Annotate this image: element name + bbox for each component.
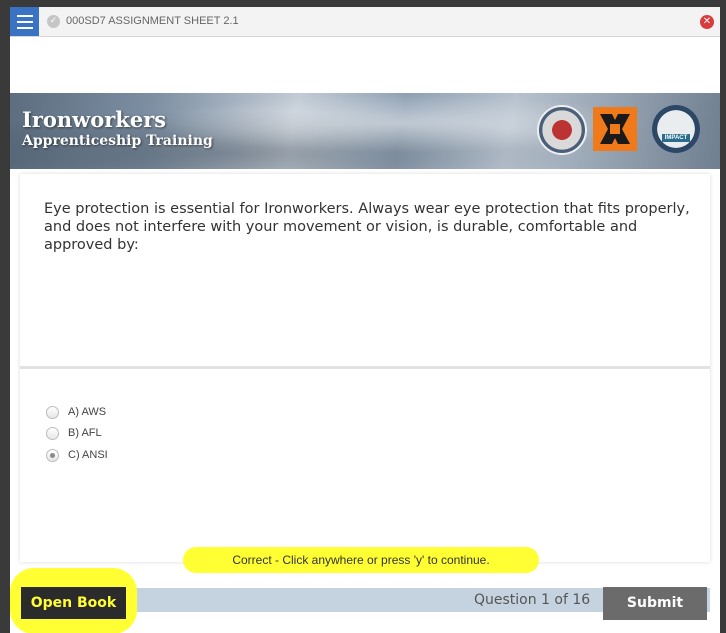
window-title: 000SD7 ASSIGNMENT SHEET 2.1 [66, 15, 239, 27]
answer-option-c[interactable]: C) ANSI [46, 447, 108, 463]
question-panel: Eye protection is essential for Ironwork… [20, 174, 710, 562]
banner-title: Ironworkers Apprenticeship Training [22, 109, 213, 151]
seal-logo-icon [537, 105, 587, 155]
divider [20, 366, 710, 369]
impact-logo-label: IMPACT [661, 134, 691, 142]
check-circle-icon: ✓ [47, 15, 60, 28]
ironworkers-x-logo-icon [593, 107, 637, 151]
answer-option-b[interactable]: B) AFL [46, 425, 102, 441]
radio-button-c[interactable] [46, 448, 59, 462]
question-text: Eye protection is essential for Ironwork… [44, 201, 690, 253]
answer-option-label: A) AWS [68, 406, 107, 418]
banner-title-line1: Ironworkers [22, 107, 167, 132]
close-icon[interactable]: ✕ [700, 15, 714, 29]
hamburger-menu-icon[interactable] [10, 7, 39, 36]
submit-button[interactable]: Submit [603, 587, 707, 620]
title-bar: ✓ 000SD7 ASSIGNMENT SHEET 2.1 ✕ [10, 7, 720, 37]
banner-title-line2: Apprenticeship Training [22, 133, 213, 149]
assignment-window: ✓ 000SD7 ASSIGNMENT SHEET 2.1 ✕ Ironwork… [10, 7, 720, 633]
course-banner: Ironworkers Apprenticeship Training IMPA… [10, 93, 720, 169]
answer-option-label: B) AFL [68, 427, 102, 439]
answer-option-a[interactable]: A) AWS [46, 404, 106, 420]
answer-option-label: C) ANSI [68, 449, 108, 461]
radio-button-b[interactable] [46, 426, 59, 440]
impact-logo-icon: IMPACT [652, 105, 700, 153]
feedback-banner[interactable]: Correct - Click anywhere or press 'y' to… [183, 547, 539, 573]
footer: Open Book Question 1 of 16 Submit [10, 568, 720, 633]
question-counter: Question 1 of 16 [474, 592, 591, 608]
open-book-button[interactable]: Open Book [21, 587, 126, 619]
radio-button-a[interactable] [46, 405, 59, 419]
